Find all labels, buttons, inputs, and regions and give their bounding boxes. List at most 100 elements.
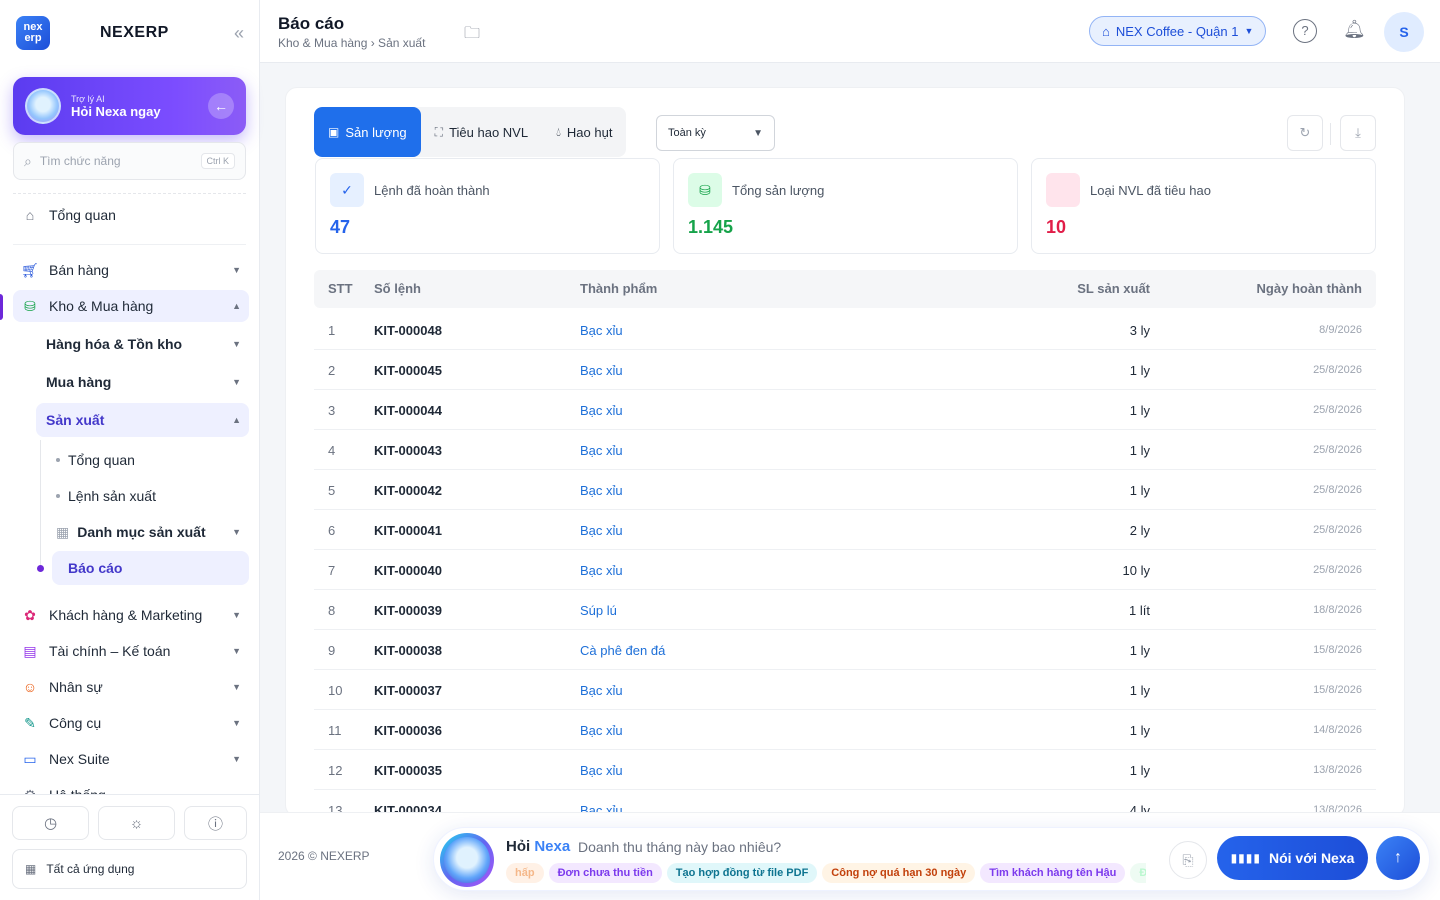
page-title: Báo cáo	[278, 14, 345, 33]
table-row[interactable]: 12 KIT-000035 Bạc xỉu 1 ly 13/8/2026	[314, 750, 1376, 790]
column-header-stt[interactable]: STT	[328, 281, 353, 296]
suggestion-chip[interactable]: Đơn chưa thu tiền	[548, 863, 662, 883]
search-input[interactable]: Tìm chức năng	[40, 154, 121, 168]
product-link[interactable]: Bạc xỉu	[580, 763, 623, 778]
bell-icon[interactable]: 🔔︎	[1343, 19, 1366, 40]
sidebar-item-label: Hàng hóa & Tồn kho	[46, 336, 183, 352]
suggestion-chip[interactable]: Tìm khách hàng tên Hậu	[980, 863, 1126, 883]
folder-icon[interactable]: 🗀︎	[464, 22, 480, 49]
nexa-question-input[interactable]: Doanh thu tháng này bao nhiêu?	[578, 839, 781, 855]
theme-button[interactable]: ☼	[98, 806, 175, 840]
tab-loss[interactable]: 💧︎ Hao hụt	[542, 107, 626, 157]
arrow-left-icon[interactable]: ←	[208, 93, 234, 119]
column-header-order[interactable]: Số lệnh	[374, 281, 421, 296]
product-link[interactable]: Bạc xỉu	[580, 363, 623, 378]
suggestion-chip[interactable]: Đơ	[1130, 863, 1146, 883]
alert-button[interactable]: ⓘ	[184, 806, 247, 840]
breadcrumb[interactable]: Kho & Mua hàng › Sản xuất	[278, 36, 425, 50]
table-row[interactable]: 9 KIT-000038 Cà phê đen đá 1 ly 15/8/2026	[314, 630, 1376, 670]
tab-output[interactable]: ▣ Sản lượng	[314, 107, 421, 157]
all-apps-button[interactable]: ▦ Tất cả ứng dụng	[12, 849, 247, 889]
soundwave-icon: ▮▮▮▮	[1230, 851, 1261, 865]
sidebar-item-crm[interactable]: ✿ Khách hàng & Marketing ▼	[13, 599, 249, 631]
send-button[interactable]: ↑	[1376, 836, 1420, 880]
order-code: KIT-000035	[374, 763, 442, 778]
product-link[interactable]: Bạc xỉu	[580, 483, 623, 498]
refresh-button[interactable]: ↻	[1287, 115, 1323, 151]
sidebar-item-warehouse[interactable]: ⛁ Kho & Mua hàng ▲	[13, 290, 249, 322]
sidebar-item-sales[interactable]: 🛒︎ Bán hàng ▼	[13, 254, 249, 286]
table-row[interactable]: 1 KIT-000048 Bạc xỉu 3 ly 8/9/2026	[314, 310, 1376, 350]
sidebar-item-overview[interactable]: ⌂ Tổng quan	[13, 199, 249, 231]
nexa-avatar[interactable]	[440, 833, 494, 887]
table-row[interactable]: 10 KIT-000037 Bạc xỉu 1 ly 15/8/2026	[314, 670, 1376, 710]
table-row[interactable]: 6 KIT-000041 Bạc xỉu 2 ly 25/8/2026	[314, 510, 1376, 550]
history-button[interactable]: ◷	[12, 806, 89, 840]
sidebar-item-prod-overview[interactable]: Tổng quan	[52, 443, 249, 477]
column-header-date[interactable]: Ngày hoàn thành	[1257, 281, 1362, 296]
suggestion-chip[interactable]: Tạo hợp đồng từ file PDF	[666, 863, 818, 883]
sidebar-search[interactable]: ⌕ Tìm chức năng Ctrl K	[13, 142, 246, 180]
suggestion-chip[interactable]: Công nợ quá hạn 30 ngày	[822, 863, 976, 883]
nexa-title: Hỏi Nexa	[506, 838, 570, 855]
period-select[interactable]: Toàn kỳ ▼	[656, 115, 775, 151]
row-index: 5	[328, 483, 336, 498]
product-link[interactable]: Bạc xỉu	[580, 403, 623, 418]
download-button[interactable]: ⤓	[1340, 115, 1376, 151]
sidebar-item-prod-orders[interactable]: Lệnh sản xuất	[52, 479, 249, 513]
attach-button[interactable]: ⎘	[1169, 841, 1207, 879]
chevron-down-icon: ▼	[232, 682, 241, 692]
sidebar-item-tools[interactable]: ✎ Công cụ ▼	[13, 707, 249, 739]
order-code: KIT-000038	[374, 643, 442, 658]
row-index: 3	[328, 403, 336, 418]
sidebar-item-hr[interactable]: ☺ Nhân sự ▼	[13, 671, 249, 703]
brand: nex erp NEXERP «	[16, 16, 244, 50]
sidebar-item-suite[interactable]: ▭ Nex Suite ▼	[13, 743, 249, 775]
chevron-up-icon: ▲	[232, 301, 241, 311]
store-selector[interactable]: ⌂ NEX Coffee - Quận 1 ▼	[1089, 16, 1267, 46]
product-link[interactable]: Bạc xỉu	[580, 563, 623, 578]
cart-icon: 🛒︎	[21, 261, 39, 278]
sidebar-item-prod-catalog[interactable]: ▦ Danh mục sản xuất ▼	[52, 515, 249, 549]
clock-icon: ◷	[43, 815, 58, 832]
logo[interactable]: nex erp	[16, 16, 50, 50]
bag-icon: ⛁	[24, 297, 36, 314]
product-link[interactable]: Cà phê đen đá	[580, 643, 665, 658]
collapse-sidebar-icon[interactable]: «	[234, 23, 244, 44]
product-link[interactable]: Súp lú	[580, 603, 617, 618]
row-index: 10	[328, 683, 343, 698]
completion-date: 25/8/2026	[1313, 524, 1362, 536]
product-link[interactable]: Bạc xỉu	[580, 443, 623, 458]
table-row[interactable]: 8 KIT-000039 Súp lú 1 lít 18/8/2026	[314, 590, 1376, 630]
sidebar-item-production[interactable]: Sản xuất ▲	[36, 403, 249, 437]
product-link[interactable]: Bạc xỉu	[580, 723, 623, 738]
ask-ai-card[interactable]: Trợ lý AI Hỏi Nexa ngay ←	[13, 77, 246, 135]
order-code: KIT-000045	[374, 363, 442, 378]
completion-date: 25/8/2026	[1313, 484, 1362, 496]
nexa-assistant-bar: Hỏi Nexa Doanh thu tháng này bao nhiêu? …	[433, 827, 1430, 891]
product-link[interactable]: Bạc xỉu	[580, 523, 623, 538]
chevron-down-icon: ▼	[232, 718, 241, 728]
sidebar-item-prod-report[interactable]: Báo cáo	[52, 551, 249, 585]
period-value: Toàn kỳ	[668, 127, 706, 139]
table-row[interactable]: 2 KIT-000045 Bạc xỉu 1 ly 25/8/2026	[314, 350, 1376, 390]
help-icon[interactable]: ?	[1293, 19, 1317, 43]
table-row[interactable]: 11 KIT-000036 Bạc xỉu 1 ly 14/8/2026	[314, 710, 1376, 750]
tab-material-usage[interactable]: ⛶ Tiêu hao NVL	[421, 107, 542, 157]
column-header-quantity[interactable]: SL sản xuất	[1077, 281, 1150, 296]
product-link[interactable]: Bạc xỉu	[580, 323, 623, 338]
table-row[interactable]: 5 KIT-000042 Bạc xỉu 1 ly 25/8/2026	[314, 470, 1376, 510]
voice-button[interactable]: ▮▮▮▮ Nói với Nexa	[1217, 836, 1368, 880]
sidebar-item-goods[interactable]: Hàng hóa & Tồn kho ▼	[36, 327, 249, 361]
product-link[interactable]: Bạc xỉu	[580, 683, 623, 698]
table-row[interactable]: 4 KIT-000043 Bạc xỉu 1 ly 25/8/2026	[314, 430, 1376, 470]
column-header-product[interactable]: Thành phẩm	[580, 281, 657, 296]
suggestion-chip[interactable]: hấp	[506, 863, 544, 883]
sidebar-item-finance[interactable]: ▤ Tài chính – Kế toán ▼	[13, 635, 249, 667]
user-avatar[interactable]: S	[1384, 12, 1424, 52]
chevron-down-icon: ▼	[753, 127, 763, 139]
table-row[interactable]: 3 KIT-000044 Bạc xỉu 1 ly 25/8/2026	[314, 390, 1376, 430]
table-row[interactable]: 7 KIT-000040 Bạc xỉu 10 ly 25/8/2026	[314, 550, 1376, 590]
sidebar-item-purchase[interactable]: Mua hàng ▼	[36, 365, 249, 399]
download-icon: ⤓	[1355, 125, 1361, 140]
